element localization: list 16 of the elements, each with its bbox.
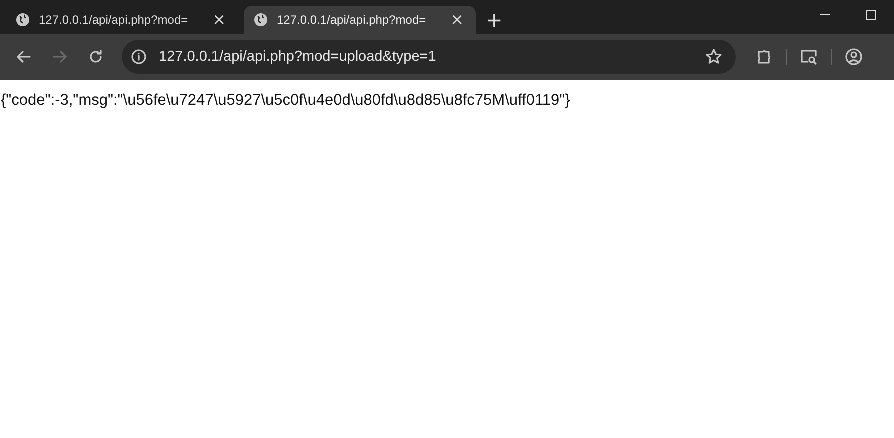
url-text: 127.0.0.1/api/api.php?mod=upload&type=1 xyxy=(159,49,438,65)
address-bar[interactable]: 127.0.0.1/api/api.php?mod=upload&type=1 xyxy=(122,40,736,74)
close-tab-button[interactable]: × xyxy=(210,12,228,28)
close-tab-button[interactable]: × xyxy=(448,12,466,28)
new-tab-button[interactable]: + xyxy=(482,10,507,30)
profile-icon[interactable] xyxy=(844,47,864,67)
browser-tab[interactable]: 127.0.0.1/api/api.php?mod= × xyxy=(6,6,238,34)
globe-icon xyxy=(16,13,30,27)
star-icon[interactable] xyxy=(704,47,724,67)
info-icon[interactable] xyxy=(130,48,148,66)
window-search-icon[interactable] xyxy=(799,47,819,67)
json-response-text: {"code":-3,"msg":"\u56fe\u7247\u5927\u5c0f\u4e0d\u80fd\u8d85\u8fc75M\uff0119"} xyxy=(1,92,570,109)
globe-icon xyxy=(254,13,268,27)
tab-title: 127.0.0.1/api/api.php?mod= xyxy=(39,13,190,27)
browser-tab[interactable]: 127.0.0.1/api/api.php?mod= × xyxy=(244,6,476,34)
tab-title: 127.0.0.1/api/api.php?mod= xyxy=(277,13,428,27)
